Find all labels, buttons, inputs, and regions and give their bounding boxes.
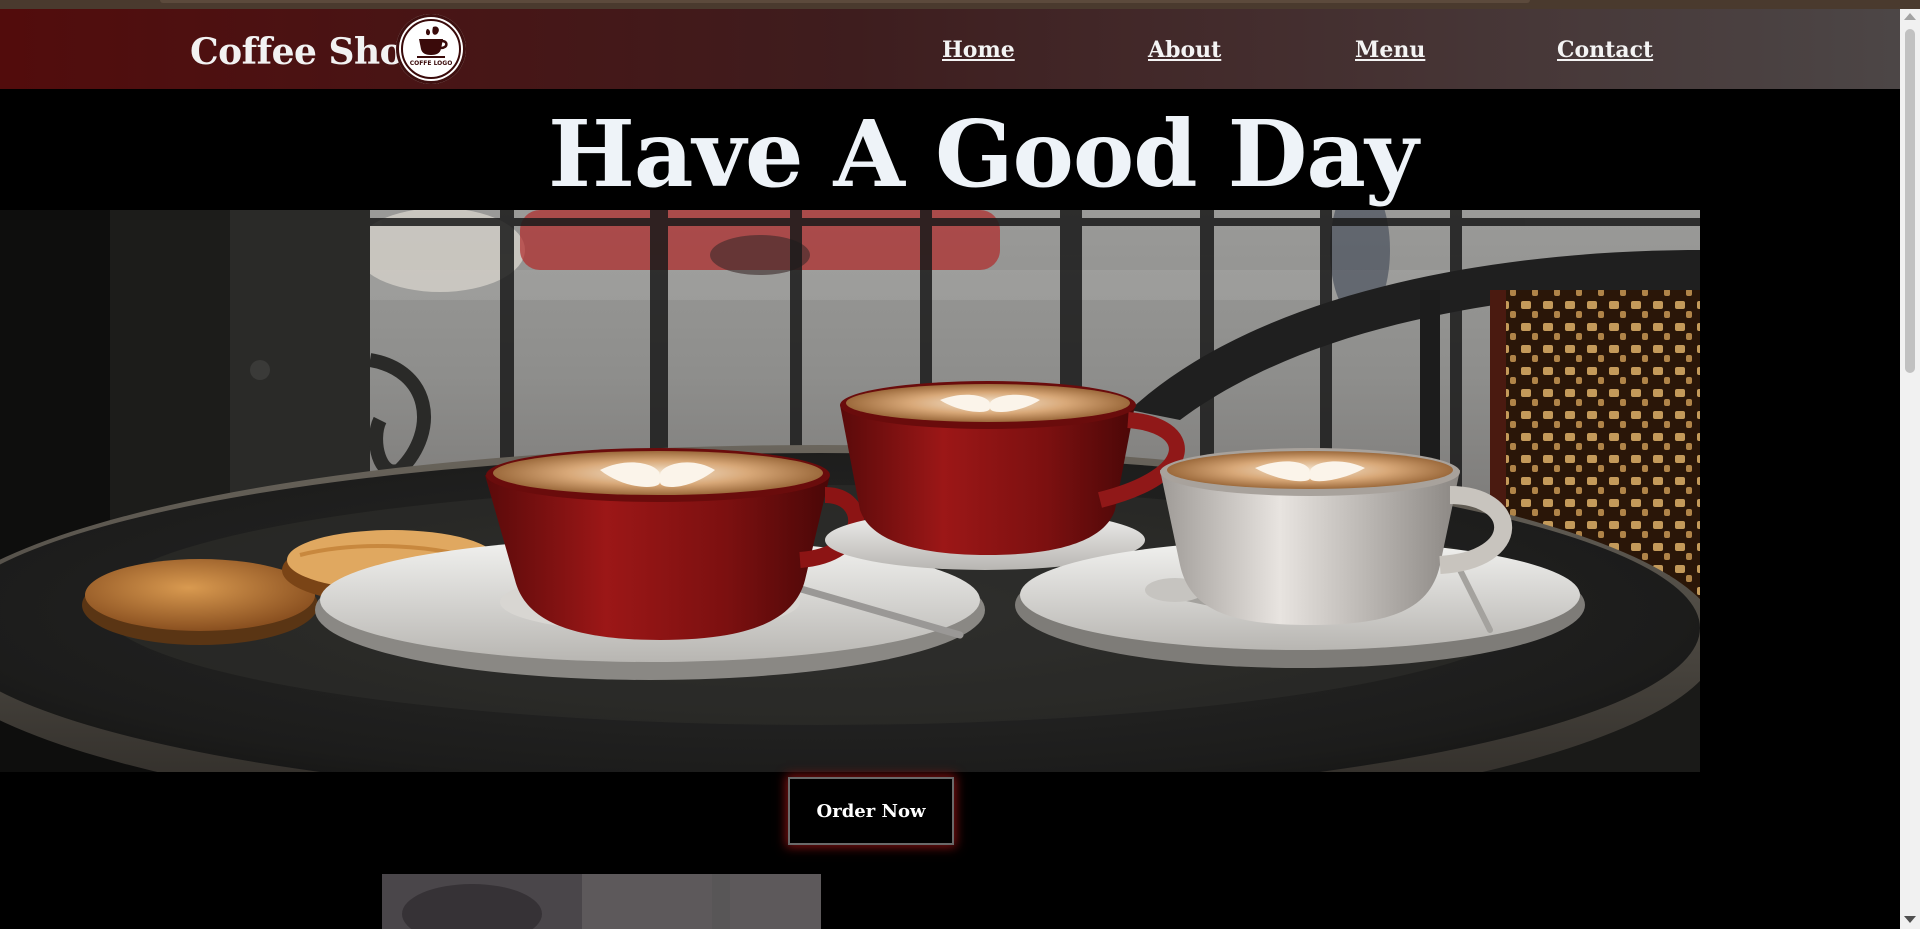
nav-link-contact[interactable]: Contact (1557, 37, 1653, 63)
nav-link-about[interactable]: About (1148, 37, 1221, 63)
hero-title: Have A Good Day (548, 100, 1418, 208)
cafe-coffee-illustration (0, 210, 1700, 772)
logo-text: COFFE LOGO (409, 60, 453, 67)
browser-tab-edge (160, 0, 1530, 3)
scroll-up-arrow-icon[interactable] (1904, 13, 1916, 20)
scroll-down-arrow-icon[interactable] (1904, 916, 1916, 923)
coffee-cup-icon (417, 26, 448, 58)
preview-photo-fragment (382, 874, 821, 929)
scrollbar-thumb[interactable] (1905, 29, 1915, 373)
navbar: Coffee Shop COFFE LOGO Home About Menu C… (0, 9, 1900, 89)
preview-image (382, 874, 821, 929)
browser-top-strip (0, 0, 1920, 9)
hero-image (0, 210, 1700, 772)
brand-name[interactable]: Coffee Shop (190, 31, 428, 73)
vertical-scrollbar[interactable] (1900, 9, 1920, 929)
nav-link-menu[interactable]: Menu (1355, 37, 1425, 63)
order-now-button[interactable]: Order Now (788, 777, 954, 845)
nav-link-home[interactable]: Home (942, 37, 1015, 63)
coffee-logo-icon[interactable]: COFFE LOGO (396, 14, 466, 84)
page: Coffee Shop COFFE LOGO Home About Menu C… (0, 0, 1920, 929)
